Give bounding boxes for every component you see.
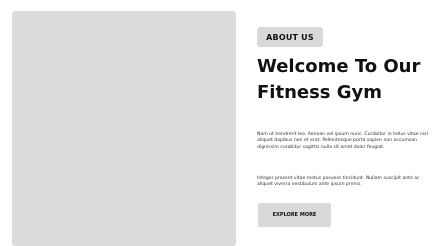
explore-more-button[interactable]: EXPLORE MORE xyxy=(258,203,331,227)
about-us-badge: ABOUT US xyxy=(257,27,323,47)
about-paragraph: Nam ut hendrerit leo. Aenean vel ipsum n… xyxy=(257,132,428,150)
section-title: Welcome To Our Fitness Gym xyxy=(257,56,421,103)
about-image-placeholder xyxy=(12,11,236,246)
about-paragraph: Integer prosent vitae metus posuere tinc… xyxy=(257,176,420,188)
about-section: ABOUT US Welcome To Our Fitness Gym Nam … xyxy=(0,0,433,246)
